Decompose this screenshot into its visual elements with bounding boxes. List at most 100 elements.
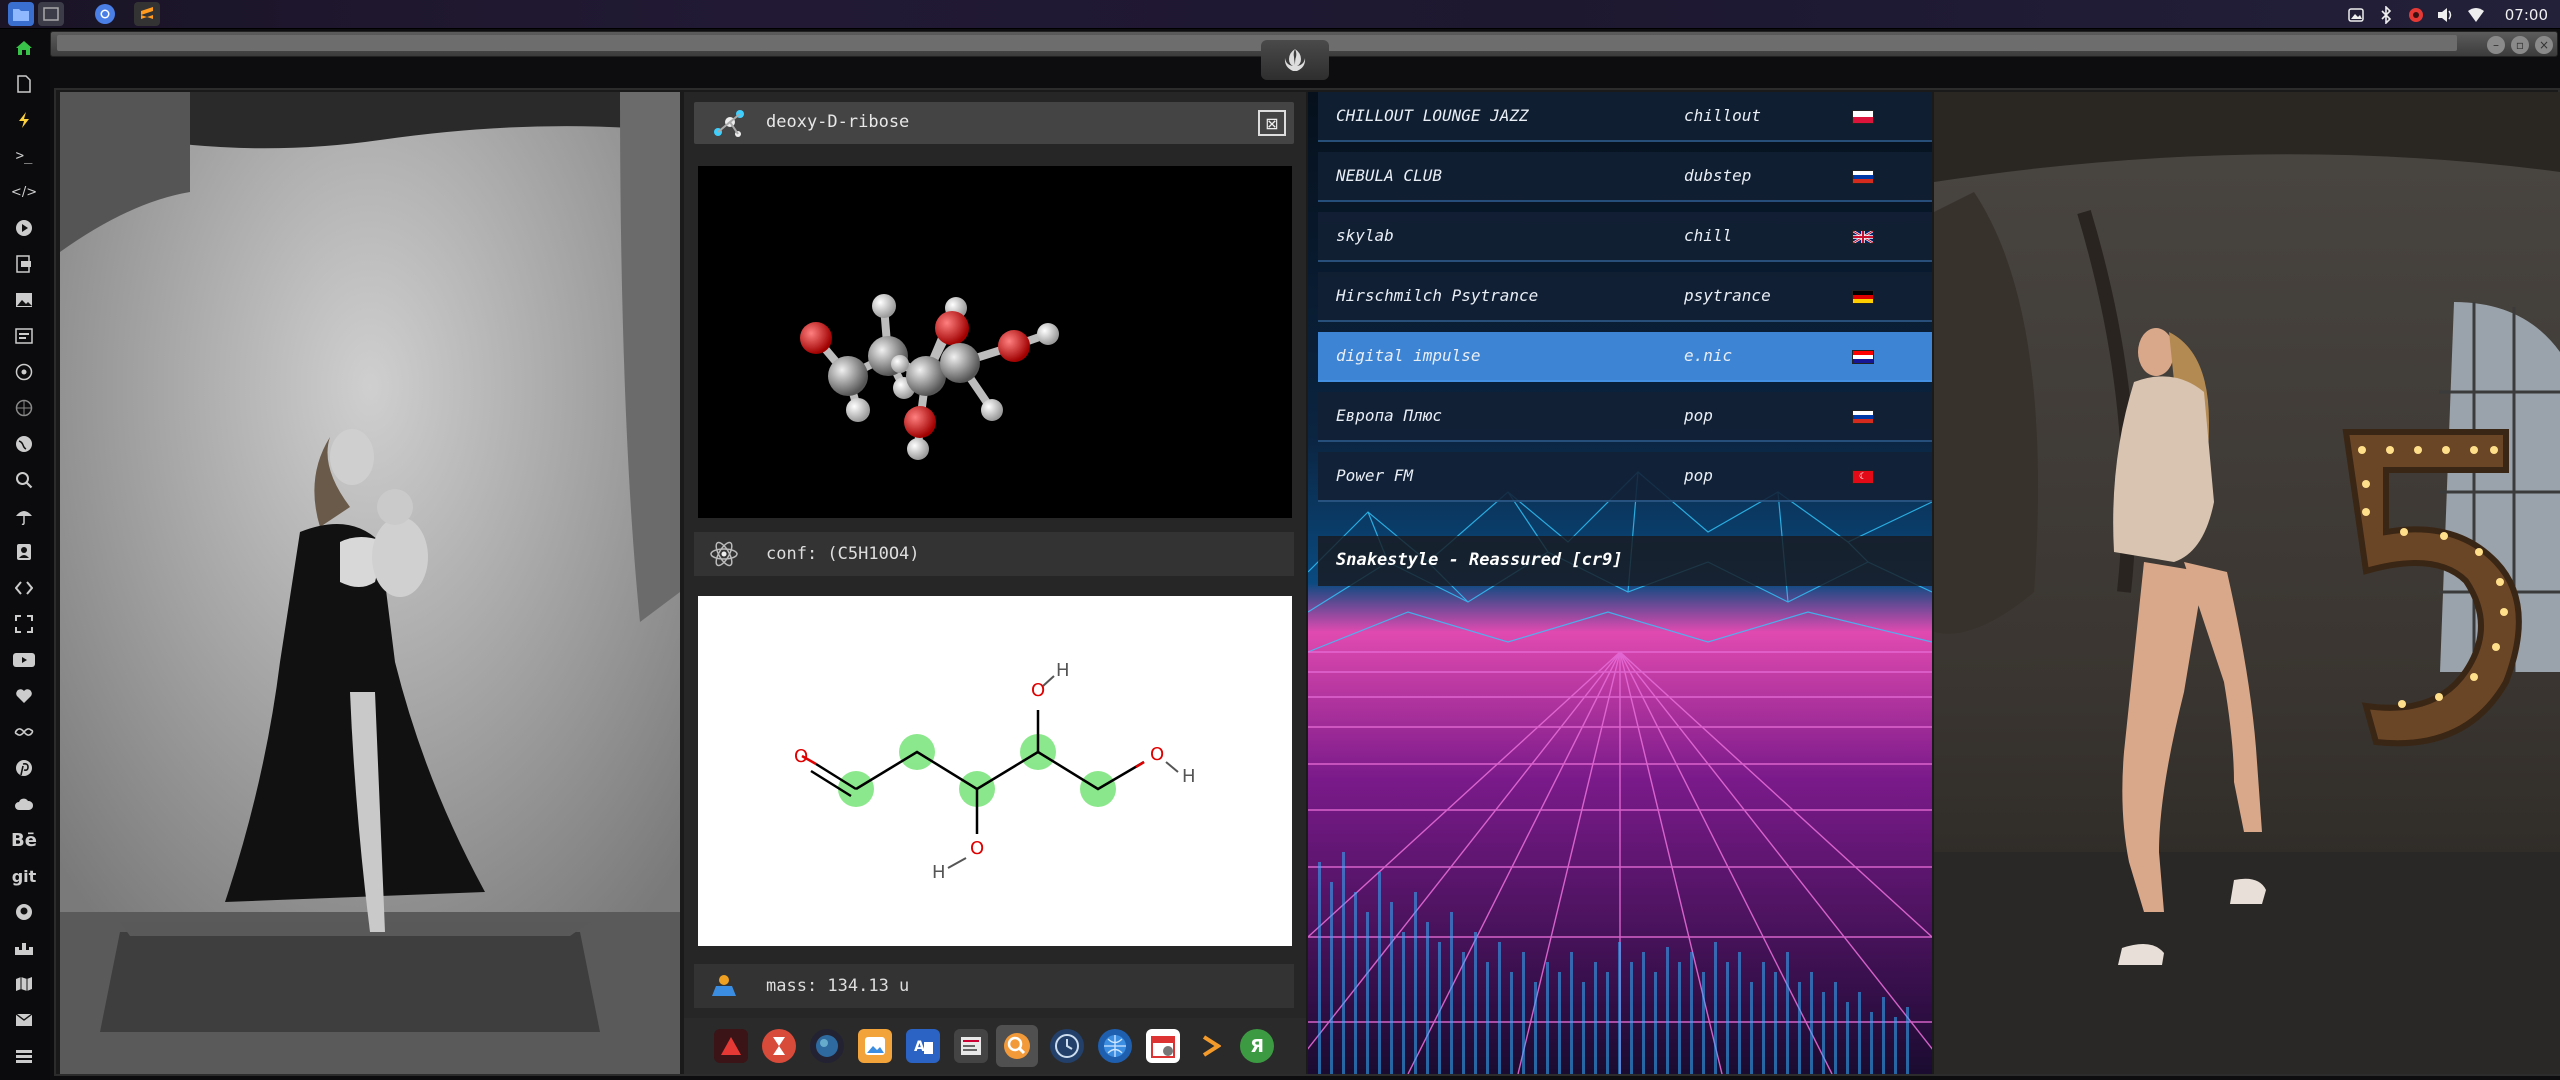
atom-icon [708,540,740,572]
map-icon[interactable] [11,971,37,997]
station-row[interactable]: Европа Плюс pop [1318,392,1932,442]
minimize-button[interactable]: – [2487,36,2505,54]
maximize-button[interactable]: ▫ [2511,36,2529,54]
document-icon[interactable] [11,71,37,97]
station-genre: chill [1684,226,1733,245]
close-button[interactable]: × [2535,36,2553,54]
web-icon[interactable] [11,395,37,421]
slides-icon[interactable] [11,323,37,349]
cloud-icon[interactable] [11,791,37,817]
prompt-app-icon[interactable] [1194,1029,1228,1063]
flag-hr-icon [1852,350,1874,364]
play-icon[interactable] [11,215,37,241]
molecule-app-icon [708,108,748,144]
clock[interactable]: 07:00 [2505,6,2548,24]
yandex-app-icon[interactable]: Я [1240,1029,1274,1063]
lightning-icon[interactable] [11,107,37,133]
station-name: Power FM [1336,466,1414,485]
molecule-2d-structure[interactable]: O O O O H H H [698,596,1292,946]
station-genre: pop [1684,466,1713,485]
flag-pl-icon [1852,110,1874,124]
app-dock: A Я [684,1018,1306,1074]
bluetooth-icon[interactable] [2377,5,2395,24]
station-row[interactable]: Power FM pop ☾ [1318,452,1932,502]
station-name: skylab [1336,226,1394,245]
molecule-name: deoxy-D-ribose [766,112,910,132]
contacts-icon[interactable] [11,539,37,565]
svg-text:A: A [914,1039,925,1055]
heart-icon[interactable] [11,683,37,709]
window-icon[interactable] [38,2,64,26]
planet-app-icon[interactable] [810,1029,844,1063]
translate-app-icon[interactable]: A [906,1029,940,1063]
station-row[interactable]: skylab chill [1318,212,1932,262]
files-icon[interactable] [8,2,34,26]
bw-portrait-photo [60,92,680,1074]
browser-app-icon[interactable] [1098,1029,1132,1063]
fullscreen-icon[interactable] [11,611,37,637]
mail-icon[interactable] [11,1007,37,1033]
molecule-3d-view[interactable] [698,166,1292,518]
scale-icon [710,974,738,1002]
fashion-photo [1934,92,2560,1074]
wifi-icon[interactable] [2467,6,2485,24]
volume-icon[interactable] [2437,6,2455,24]
text-editor-app-icon[interactable] [954,1029,988,1063]
now-playing-bar[interactable]: Snakestyle - Reassured [cr9] [1318,536,1932,586]
hydrogen-label: H [932,862,946,883]
station-genre: e.nic [1684,346,1733,365]
image-icon[interactable] [11,287,37,313]
umbrella-icon[interactable] [11,503,37,529]
hourglass-app-icon[interactable] [762,1029,796,1063]
terminal-icon[interactable]: >_ [11,143,37,169]
youtube-icon[interactable] [11,647,37,673]
mass-label: mass: 134.13 u [766,976,910,996]
oxygen-label: O [1031,680,1045,701]
infinity-icon[interactable] [11,719,37,745]
system-tray: 07:00 [2347,0,2548,29]
clock-app-icon[interactable] [1050,1029,1084,1063]
station-name: Европа Плюс [1336,406,1442,425]
fortress-icon[interactable] [11,935,37,961]
home-icon[interactable] [11,35,37,61]
now-playing-title: Snakestyle - Reassured [cr9] [1336,550,1623,570]
station-genre: pop [1684,406,1713,425]
station-row[interactable]: Hirschmilch Psytrance psytrance [1318,272,1932,322]
station-name: NEBULA CLUB [1336,166,1442,185]
close-icon[interactable]: ⊠ [1258,110,1286,136]
top-panel: 07:00 [0,0,2560,29]
left-dock: >_ </> Bē git [0,29,50,1080]
mass-row: mass: 134.13 u [694,964,1294,1008]
pdf-icon[interactable] [11,251,37,277]
screenshot-icon[interactable] [2347,6,2365,24]
atom-icon[interactable] [11,359,37,385]
station-row[interactable]: NEBULA CLUB dubstep [1318,152,1932,202]
git-icon[interactable]: git [11,863,37,889]
rebel-alliance-icon[interactable] [1261,40,1329,80]
conformation-row: conf: (C5H10O4) [694,532,1294,576]
station-row[interactable]: CHILLOUT LOUNGE JAZZ chillout [1318,92,1932,142]
sublime-icon[interactable] [134,2,160,26]
triangle-app-icon[interactable] [714,1029,748,1063]
dev-icon[interactable] [11,575,37,601]
conformation-label: conf: (C5H10O4) [766,544,920,564]
behance-icon[interactable]: Bē [11,827,37,853]
chromium-icon[interactable] [92,2,118,26]
station-name: digital impulse [1336,346,1481,365]
calendar-app-icon[interactable] [1146,1029,1180,1063]
oxygen-label: O [794,746,808,767]
github-icon[interactable] [11,899,37,925]
settings-icon[interactable] [2407,6,2425,24]
hydrogen-label: H [1182,766,1196,787]
station-row-selected[interactable]: digital impulse e.nic [1318,332,1932,382]
pinterest-icon[interactable] [11,755,37,781]
search-icon[interactable] [11,467,37,493]
code-icon[interactable]: </> [11,179,37,205]
flag-gb-icon [1852,230,1874,244]
list-icon[interactable] [11,1043,37,1069]
photos-app-icon[interactable] [858,1029,892,1063]
titlebar-strip [57,35,2457,51]
station-genre: chillout [1684,106,1762,125]
globe-icon[interactable] [11,431,37,457]
search-app-icon[interactable] [996,1025,1038,1067]
